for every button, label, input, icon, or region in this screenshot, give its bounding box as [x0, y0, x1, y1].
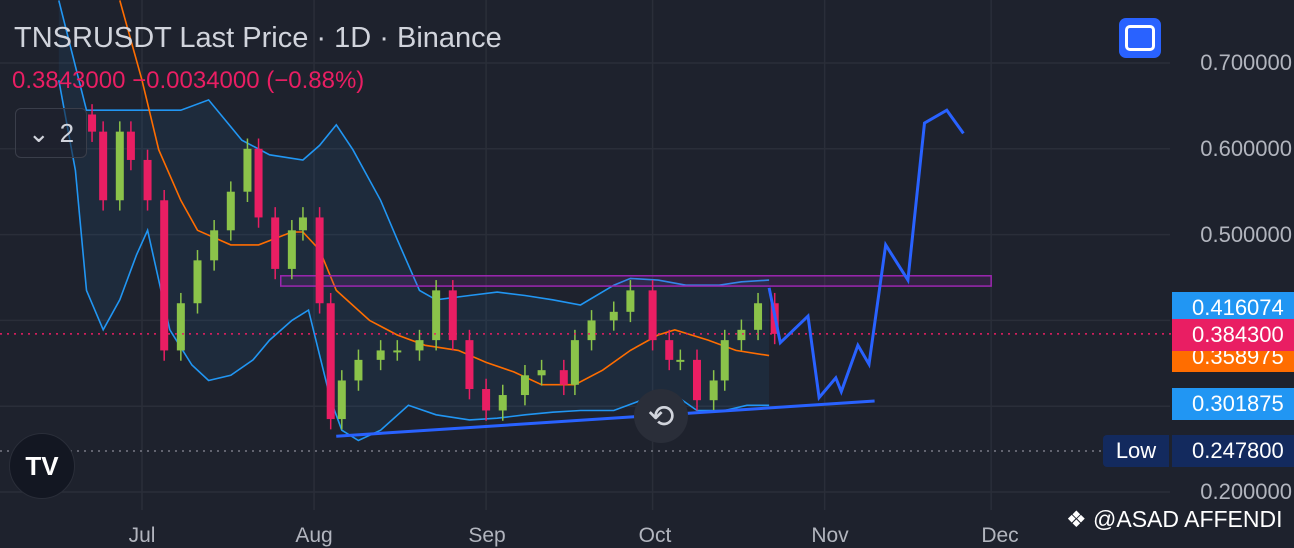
candle	[648, 290, 657, 341]
candle	[393, 350, 402, 353]
candle	[432, 290, 441, 341]
candle	[693, 359, 701, 401]
last-price-tag: 0.384300	[1172, 319, 1294, 351]
reset-chart-button[interactable]: ⟲	[634, 389, 688, 443]
candle	[570, 340, 579, 385]
chevron-down-icon: ⌄	[27, 117, 50, 148]
candle	[271, 217, 280, 269]
candle	[160, 200, 169, 351]
candle	[665, 340, 674, 360]
chart-title: TNSRUSDT Last Price · 1D · Binance	[14, 22, 502, 54]
candle	[537, 370, 546, 376]
candle	[609, 311, 618, 321]
reset-chart-icon: ⟲	[647, 398, 675, 434]
candle	[498, 395, 507, 411]
watermark: ❖ @ASAD AFFENDI	[1066, 506, 1283, 532]
x-tick: Sep	[468, 524, 506, 547]
y-tick: 0.200000	[1200, 479, 1292, 504]
candle	[88, 114, 97, 132]
candle	[465, 340, 474, 390]
candle	[754, 303, 763, 330]
lower-band-tag: 0.301875	[1172, 388, 1294, 420]
candle	[143, 159, 152, 201]
tradingview-logo[interactable]: TV	[9, 433, 75, 499]
y-tick: 0.500000	[1200, 222, 1292, 247]
binance-icon: ❖	[1066, 506, 1087, 532]
candle	[176, 303, 185, 351]
fullscreen-icon	[1125, 25, 1155, 51]
candle	[298, 217, 307, 231]
x-tick: Aug	[295, 524, 333, 547]
indicators-toggle-button[interactable]: ⌄ 2	[15, 108, 87, 158]
candle	[226, 191, 235, 231]
candle	[720, 340, 729, 381]
candle	[126, 131, 135, 160]
candle	[737, 329, 746, 341]
candle	[337, 380, 346, 420]
candle	[482, 389, 491, 411]
candle	[115, 131, 124, 201]
candle	[587, 320, 596, 341]
candle	[243, 148, 252, 192]
x-tick: Oct	[638, 524, 672, 547]
candle	[99, 131, 108, 201]
x-tick: Nov	[811, 524, 849, 547]
x-tick: Jul	[128, 524, 156, 547]
candle	[287, 230, 296, 269]
candle	[415, 340, 424, 351]
fullscreen-button[interactable]	[1119, 18, 1161, 58]
candle	[315, 217, 324, 304]
indicator-count: 2	[59, 117, 75, 148]
candle	[559, 370, 568, 385]
candle	[448, 290, 457, 341]
low-label: Low	[1103, 435, 1169, 467]
candle	[210, 230, 219, 261]
low-price-tag: 0.247800	[1172, 435, 1294, 467]
y-tick: 0.600000	[1200, 136, 1292, 161]
candle	[354, 359, 363, 381]
candle	[709, 380, 718, 401]
x-tick: Dec	[981, 524, 1019, 547]
candle	[254, 148, 263, 218]
candle	[676, 359, 685, 362]
y-tick: 0.700000	[1200, 50, 1292, 75]
projection-path	[767, 108, 965, 402]
price-change-quote: 0.3843000 −0.0034000 (−0.88%)	[12, 67, 365, 94]
candle	[326, 303, 335, 420]
candle	[376, 350, 385, 360]
candle	[193, 260, 202, 304]
resistance-zone	[280, 275, 992, 287]
candle	[626, 290, 635, 312]
candle	[520, 375, 529, 396]
